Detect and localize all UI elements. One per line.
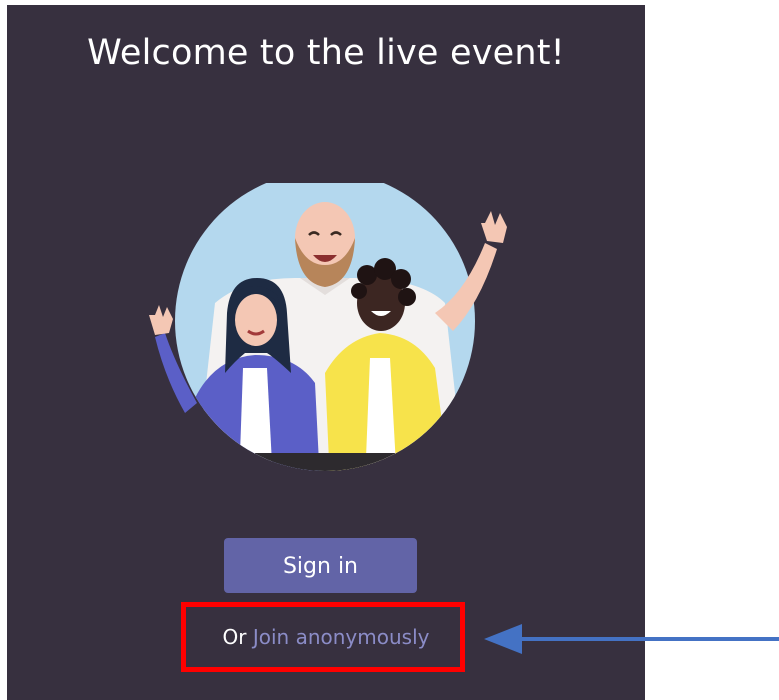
- screenshot-stage: Welcome to the live event! Sign in Or Jo…: [0, 0, 779, 700]
- join-anonymously-row: Or Join anonymously: [7, 625, 645, 649]
- page-title: Welcome to the live event!: [87, 33, 565, 73]
- or-prefix-label: Or: [222, 625, 247, 649]
- sign-in-button[interactable]: Sign in: [224, 538, 417, 593]
- join-anonymously-link[interactable]: Join anonymously: [253, 625, 430, 649]
- live-event-panel: Welcome to the live event! Sign in Or Jo…: [7, 5, 645, 700]
- people-waving-illustration: [149, 183, 507, 471]
